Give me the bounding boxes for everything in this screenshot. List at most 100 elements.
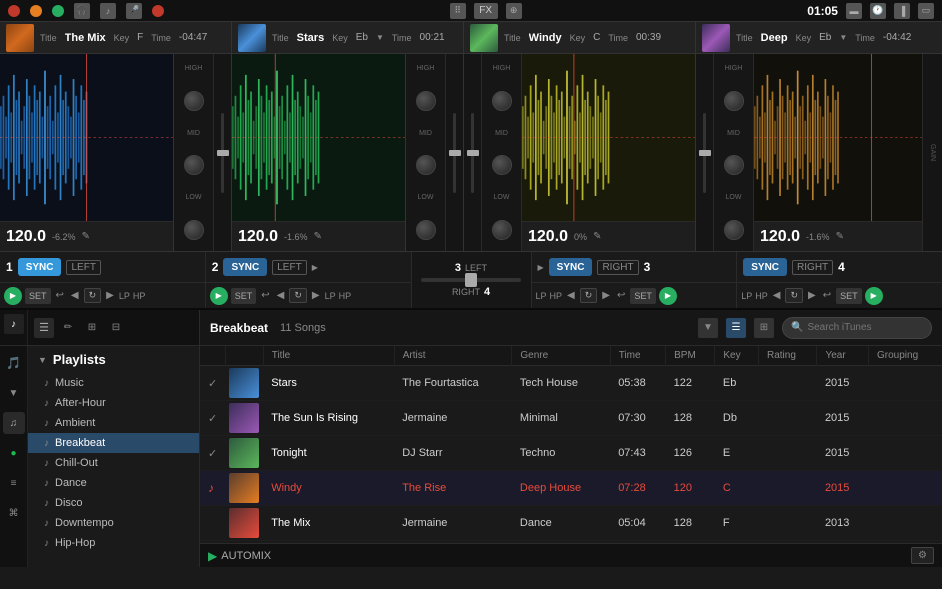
tab-filter-icon[interactable]: ⊟: [106, 318, 126, 338]
headphones-icon[interactable]: 🎧: [74, 3, 90, 19]
table-row[interactable]: ✓ Stars The Fourtastica Tech House 05:38…: [200, 366, 942, 401]
deck-3-sync-row: ▶ SYNC RIGHT 3: [532, 252, 737, 282]
table-row[interactable]: ♪ Windy The Rise Deep House 07:28 120 C …: [200, 471, 942, 506]
deck-2-cue-button[interactable]: ↩: [259, 289, 271, 302]
playlist-item-chill-out[interactable]: ♪ Chill-Out: [28, 453, 199, 473]
deck-3-eq-low[interactable]: [492, 220, 512, 240]
col-title[interactable]: Title: [263, 346, 394, 366]
deck-2-prev-button[interactable]: ◀: [275, 289, 287, 302]
deck-3-pitch-fader[interactable]: [471, 113, 474, 193]
deck-1-pitch-fader[interactable]: [221, 113, 224, 193]
deck-4-pitch-fader[interactable]: [703, 113, 706, 193]
link-icon[interactable]: ⊕: [506, 3, 522, 19]
automix-button[interactable]: ▶ AUTOMIX: [208, 549, 271, 563]
playlist-item-dance[interactable]: ♪ Dance: [28, 473, 199, 493]
deck-3-side-button[interactable]: RIGHT: [597, 260, 638, 275]
deck-4-loop-button[interactable]: ↻: [785, 288, 803, 303]
deck-3-sync-button[interactable]: SYNC: [549, 258, 593, 276]
crossfader-track[interactable]: [421, 278, 521, 282]
search-input[interactable]: [807, 322, 923, 333]
fx-label[interactable]: FX: [474, 3, 498, 19]
minimize-icon[interactable]: [30, 5, 42, 17]
tab-grid-icon[interactable]: ⊞: [82, 318, 102, 338]
deck-1-eq-mid[interactable]: [184, 155, 204, 175]
mic-icon[interactable]: 🎤: [126, 3, 142, 19]
deck-4-set-button[interactable]: SET: [836, 288, 862, 304]
col-grouping[interactable]: Grouping: [869, 346, 942, 366]
close-icon[interactable]: [8, 5, 20, 17]
deck-1-prev-button[interactable]: ◀: [69, 289, 81, 302]
deck-4-prev-button[interactable]: ◀: [771, 289, 783, 302]
deck-3-prev-button[interactable]: ◀: [565, 289, 577, 302]
grid-view-button[interactable]: ⊞: [754, 318, 774, 338]
deck-3-eq-mid[interactable]: [492, 155, 512, 175]
settings-button[interactable]: ⚙: [911, 547, 934, 564]
deck-1-next-button[interactable]: ▶: [104, 289, 116, 302]
sidebar-icon-finder[interactable]: 🎵: [3, 352, 25, 374]
col-year[interactable]: Year: [817, 346, 869, 366]
deck-1-loop-button[interactable]: ↻: [84, 288, 102, 303]
sidebar-icon-mac[interactable]: ⌘: [3, 502, 25, 524]
col-genre[interactable]: Genre: [512, 346, 610, 366]
sidebar-icon-arrow-down[interactable]: ▼: [3, 382, 25, 404]
deck-2-play-button[interactable]: ▶: [210, 287, 228, 305]
deck-2-next-button[interactable]: ▶: [310, 289, 322, 302]
deck-4-eq-mid[interactable]: [724, 155, 744, 175]
sidebar-icon-music[interactable]: ♪: [4, 314, 24, 334]
table-row[interactable]: The Mix Jermaine Dance 05:04 128 F 2013: [200, 506, 942, 541]
sidebar-icon-list[interactable]: ≡: [3, 472, 25, 494]
deck-3-set-button[interactable]: SET: [630, 288, 656, 304]
col-rating[interactable]: Rating: [758, 346, 816, 366]
deck-1-sync-button[interactable]: SYNC: [18, 258, 62, 276]
deck-2-eq-mid[interactable]: [416, 155, 436, 175]
deck-4-play-button[interactable]: ▶: [865, 287, 883, 305]
deck-1-eq-low[interactable]: [184, 220, 204, 240]
playlist-item-hip-hop[interactable]: ♪ Hip-Hop: [28, 533, 199, 553]
deck-2-side-button[interactable]: LEFT: [272, 260, 306, 275]
filter-button[interactable]: ▼: [698, 318, 718, 338]
tab-list-icon[interactable]: ☰: [34, 318, 54, 338]
record-icon[interactable]: [152, 5, 164, 17]
deck-1-cue-button[interactable]: ↩: [54, 289, 66, 302]
playlist-item-music[interactable]: ♪ Music: [28, 373, 199, 393]
playlist-item-breakbeat[interactable]: ♪ Breakbeat: [28, 433, 199, 453]
deck-4-next-button[interactable]: ▶: [806, 289, 818, 302]
playlist-item-ambient[interactable]: ♪ Ambient: [28, 413, 199, 433]
deck-3-play-button[interactable]: ▶: [659, 287, 677, 305]
deck-4-eq-low[interactable]: [724, 220, 744, 240]
deck-3-next-button[interactable]: ▶: [600, 289, 612, 302]
deck-4-eq-high[interactable]: [724, 91, 744, 111]
deck-3-loop-button[interactable]: ↻: [580, 288, 598, 303]
deck-2-loop-button[interactable]: ↻: [289, 288, 307, 303]
table-row[interactable]: ✓ The Sun Is Rising Jermaine Minimal 07:…: [200, 401, 942, 436]
col-key[interactable]: Key: [715, 346, 759, 366]
deck-2-eq-high[interactable]: [416, 91, 436, 111]
maximize-icon[interactable]: [52, 5, 64, 17]
grid-icon[interactable]: ⠿: [450, 3, 466, 19]
table-row[interactable]: ✓ Tonight DJ Starr Techno 07:43 126 E 20…: [200, 436, 942, 471]
deck-4-sync-button[interactable]: SYNC: [743, 258, 787, 276]
deck-1-side-button[interactable]: LEFT: [66, 260, 100, 275]
deck-1-play-button[interactable]: ▶: [4, 287, 22, 305]
deck-3-cue-button[interactable]: ↩: [615, 289, 627, 302]
deck-4-cue-button[interactable]: ↩: [821, 289, 833, 302]
deck-1-eq-high[interactable]: [184, 91, 204, 111]
deck-2-sync-button[interactable]: SYNC: [223, 258, 267, 276]
playlist-item-disco[interactable]: ♪ Disco: [28, 493, 199, 513]
col-artist[interactable]: Artist: [394, 346, 512, 366]
playlist-item-after-hour[interactable]: ♪ After-Hour: [28, 393, 199, 413]
deck-2-eq-low[interactable]: [416, 220, 436, 240]
deck-3-eq-high[interactable]: [492, 91, 512, 111]
deck-2-pitch-fader[interactable]: [453, 113, 456, 193]
deck-4-side-button[interactable]: RIGHT: [792, 260, 833, 275]
sidebar-icon-playlist[interactable]: ♫: [3, 412, 25, 434]
deck-1-set-button[interactable]: SET: [25, 288, 51, 304]
deck-3-eq-high-label: HIGH: [493, 65, 511, 72]
deck-2-set-button[interactable]: SET: [231, 288, 257, 304]
tab-pencil-icon[interactable]: ✏: [58, 318, 78, 338]
list-view-button[interactable]: ☰: [726, 318, 746, 338]
col-bpm[interactable]: BPM: [666, 346, 715, 366]
playlist-item-downtempo[interactable]: ♪ Downtempo: [28, 513, 199, 533]
sidebar-icon-spotify[interactable]: ●: [3, 442, 25, 464]
col-time[interactable]: Time: [610, 346, 665, 366]
